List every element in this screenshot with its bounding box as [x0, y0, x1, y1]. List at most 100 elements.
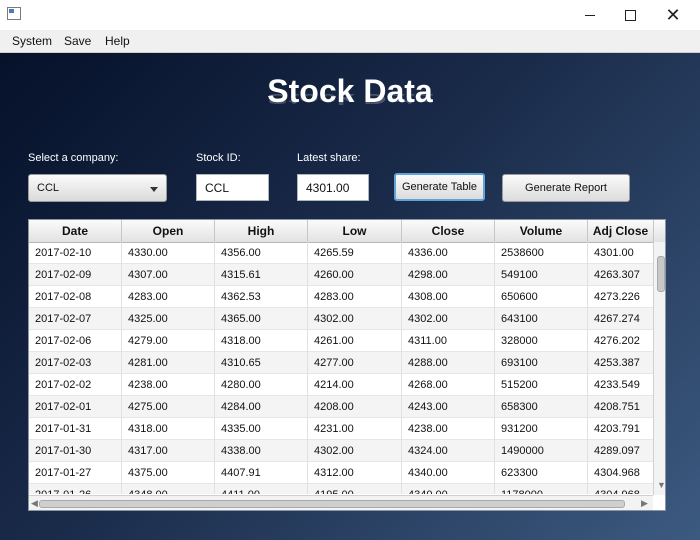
table-row[interactable]: 2017-02-10 4330.00 4356.00 4265.59 4336.00 25…: [29, 242, 654, 264]
company-select[interactable]: CCL: [28, 174, 167, 202]
table-cell: 4411.00: [215, 484, 308, 494]
close-button[interactable]: ✕: [650, 0, 696, 30]
table-cell: 4302.00: [402, 308, 495, 330]
table-body[interactable]: 2017-02-10 4330.00 4356.00 4265.59 4336.00 25…: [29, 242, 654, 494]
horizontal-scrollbar[interactable]: ◀ ▶: [29, 495, 653, 510]
table-cell: 4348.00: [122, 484, 215, 494]
table-cell: 2017-01-27: [29, 462, 122, 484]
maximize-icon: [624, 9, 636, 21]
table-cell: 4315.61: [215, 264, 308, 286]
horizontal-scroll-thumb[interactable]: [39, 500, 625, 508]
stock-id-label: Stock ID:: [196, 152, 241, 164]
table-cell: 4238.00: [122, 374, 215, 396]
table-cell: 4265.59: [308, 242, 402, 264]
table-row[interactable]: 2017-01-264348.004411.004195.004340.0011…: [29, 484, 654, 494]
table-cell: 4276.202: [588, 330, 654, 352]
table-cell: 931200: [495, 418, 588, 440]
column-header[interactable]: Date: [29, 220, 122, 242]
table-cell: 2017-02-06: [29, 330, 122, 352]
table-row[interactable]: 2017-01-30 4317.00 4338.00 4302.00 4324.00 14…: [29, 440, 654, 462]
table-row[interactable]: 2017-02-01 4275.00 4284.00 4208.00 4243.00 65…: [29, 396, 654, 418]
table-cell: 4261.00: [308, 330, 402, 352]
main-panel: Stock Data Stock Data Select a company: …: [0, 53, 700, 540]
table-cell: 4279.00: [122, 330, 215, 352]
table-cell: 4283.00: [122, 286, 215, 308]
column-header[interactable]: Adj Close: [588, 220, 654, 242]
table-cell: 4312.00: [308, 462, 402, 484]
table-cell: 4208.00: [308, 396, 402, 418]
table-cell: 4277.00: [308, 352, 402, 374]
table-cell: 2017-02-08: [29, 286, 122, 308]
stock-table: Date Open High Low Close Volume Adj Close 2017…: [28, 219, 666, 511]
scroll-down-icon[interactable]: ▼: [657, 480, 665, 490]
table-cell: 2017-01-30: [29, 440, 122, 462]
generate-table-button[interactable]: Generate Table: [394, 173, 485, 201]
table-cell: 693100: [495, 352, 588, 374]
latest-share-label: Latest share:: [297, 152, 361, 164]
menu-save[interactable]: Save: [64, 34, 91, 48]
generate-report-button[interactable]: Generate Report: [502, 174, 630, 202]
scroll-right-icon[interactable]: ▶: [641, 498, 648, 509]
table-cell: 4356.00: [215, 242, 308, 264]
minimize-icon: [585, 14, 595, 16]
table-cell: 4273.226: [588, 286, 654, 308]
table-row[interactable]: 2017-02-09 4307.00 4315.61 4260.00 4298.00 54…: [29, 264, 654, 286]
table-header: Date Open High Low Close Volume Adj Close: [29, 220, 665, 243]
menu-bar: System Save Help: [0, 30, 700, 53]
table-cell: 4283.00: [308, 286, 402, 308]
table-cell: 2017-02-03: [29, 352, 122, 374]
column-header[interactable]: High: [215, 220, 308, 242]
table-cell: 4208.751: [588, 396, 654, 418]
table-row[interactable]: 2017-01-31 4318.00 4335.00 4231.00 4238.00 93…: [29, 418, 654, 440]
table-cell: 2017-02-10: [29, 242, 122, 264]
table-cell: 2017-02-02: [29, 374, 122, 396]
table-cell: 4340.00: [402, 484, 495, 494]
table-cell: 549100: [495, 264, 588, 286]
vertical-scroll-thumb[interactable]: [657, 256, 665, 292]
table-cell: 4203.791: [588, 418, 654, 440]
table-cell: 4365.00: [215, 308, 308, 330]
table-row[interactable]: 2017-01-27 4375.00 4407.91 4312.00 4340.00 62…: [29, 462, 654, 484]
column-header[interactable]: Open: [122, 220, 215, 242]
close-icon: ✕: [665, 5, 681, 25]
company-select-value: CCL: [37, 182, 60, 194]
scroll-left-icon[interactable]: ◀: [31, 498, 38, 509]
table-cell: 2017-01-26: [29, 484, 122, 494]
app-icon: [7, 7, 21, 20]
table-row[interactable]: 2017-02-08 4283.00 4362.53 4283.00 4308.00 65…: [29, 286, 654, 308]
table-row[interactable]: 2017-02-06 4279.00 4318.00 4261.00 4311.00 32…: [29, 330, 654, 352]
table-cell: 4302.00: [308, 308, 402, 330]
table-cell: 4275.00: [122, 396, 215, 418]
table-cell: 4362.53: [215, 286, 308, 308]
table-cell: 4267.274: [588, 308, 654, 330]
table-cell: 4214.00: [308, 374, 402, 396]
table-cell: 4238.00: [402, 418, 495, 440]
column-header[interactable]: Volume: [495, 220, 588, 242]
table-cell: 4324.00: [402, 440, 495, 462]
table-row[interactable]: 2017-02-02 4238.00 4280.00 4214.00 4268.00 51…: [29, 374, 654, 396]
table-cell: 4330.00: [122, 242, 215, 264]
table-cell: 4317.00: [122, 440, 215, 462]
table-cell: 4302.00: [308, 440, 402, 462]
menu-system[interactable]: System: [12, 34, 52, 48]
table-cell: 4304.968: [588, 462, 654, 484]
table-row[interactable]: 2017-02-07 4325.00 4365.00 4302.00 4302.00 64…: [29, 308, 654, 330]
table-cell: 4195.00: [308, 484, 402, 494]
table-cell: 4310.65: [215, 352, 308, 374]
latest-share-field[interactable]: 4301.00: [297, 174, 369, 201]
table-cell: 623300: [495, 462, 588, 484]
chevron-down-icon: [150, 187, 158, 192]
table-cell: 4375.00: [122, 462, 215, 484]
table-cell: 2017-01-31: [29, 418, 122, 440]
table-row[interactable]: 2017-02-03 4281.00 4310.65 4277.00 4288.00 69…: [29, 352, 654, 374]
table-cell: 650600: [495, 286, 588, 308]
vertical-scrollbar[interactable]: ▼: [653, 242, 665, 495]
stock-id-field[interactable]: CCL: [196, 174, 269, 201]
table-cell: 4253.387: [588, 352, 654, 374]
column-header[interactable]: Low: [308, 220, 402, 242]
table-cell: 4338.00: [215, 440, 308, 462]
menu-help[interactable]: Help: [105, 34, 130, 48]
column-header[interactable]: Close: [402, 220, 495, 242]
maximize-button[interactable]: [607, 0, 653, 30]
table-cell: 643100: [495, 308, 588, 330]
